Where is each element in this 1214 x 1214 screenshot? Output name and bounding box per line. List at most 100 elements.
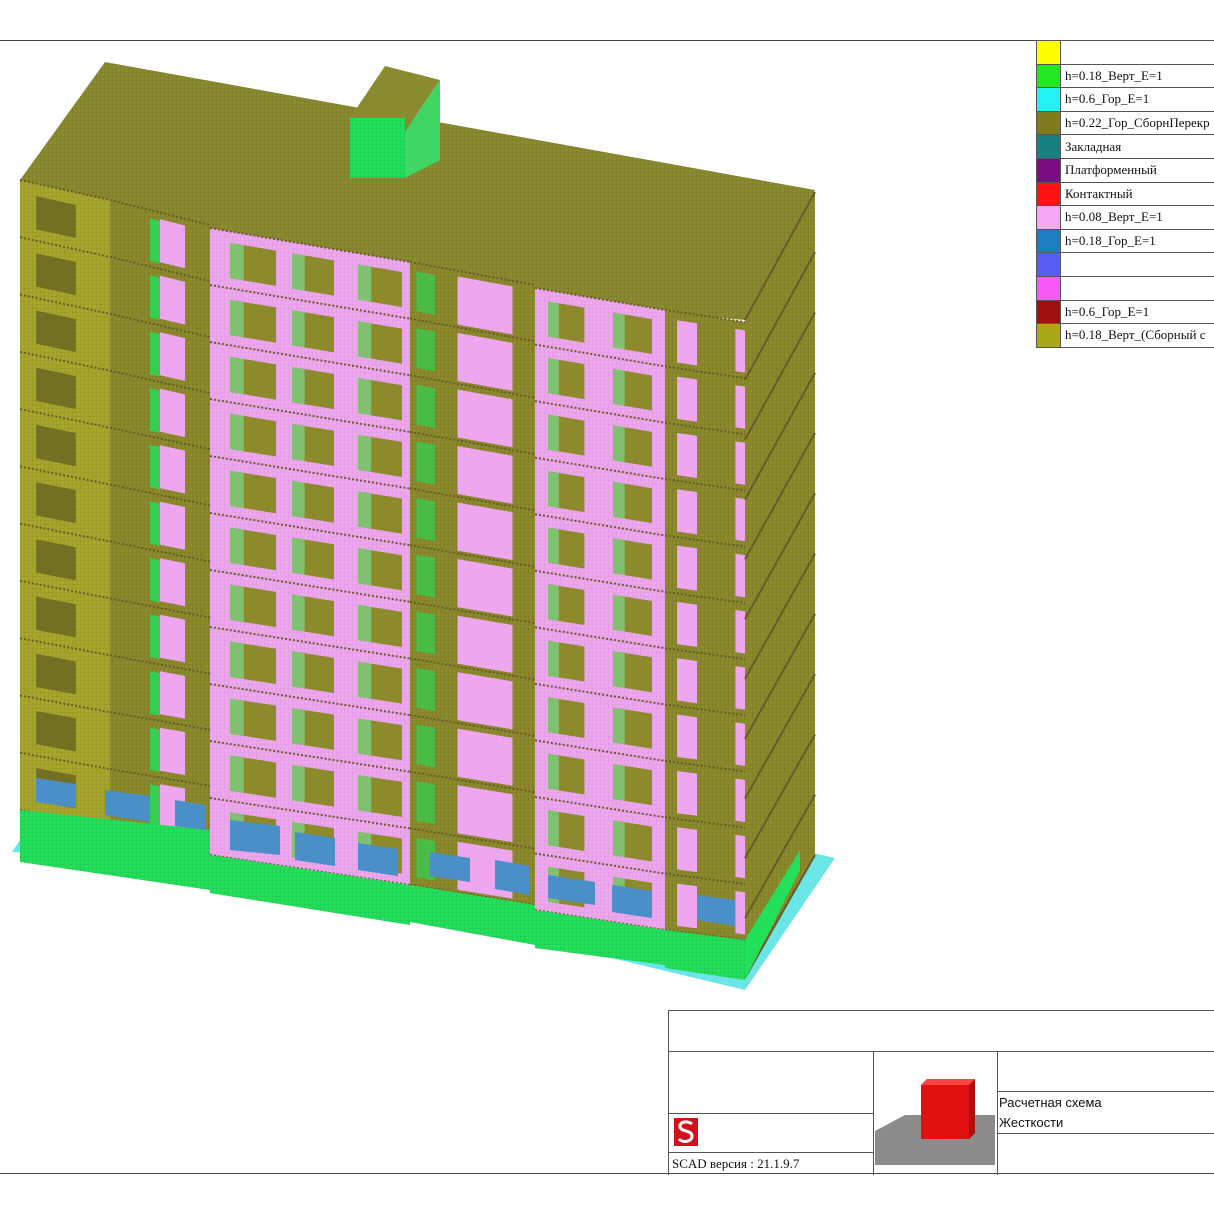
- window-reveal: [292, 367, 305, 405]
- wall-panel: [677, 827, 697, 873]
- ground-opening: [495, 860, 530, 895]
- wall-panel: [457, 785, 513, 843]
- window-reveal: [230, 413, 244, 452]
- window-reveal: [613, 538, 625, 576]
- window-reveal: [548, 640, 559, 678]
- window-reveal: [548, 527, 559, 565]
- wall-panel: [735, 328, 745, 373]
- wall-panel: [150, 218, 160, 264]
- legend-label: h=0.18_Верт_(Сборный с: [1065, 327, 1206, 343]
- window-reveal: [613, 594, 625, 632]
- legend-swatch: [1037, 182, 1061, 206]
- window-reveal: [230, 641, 244, 680]
- legend-label: h=0.18_Гор_E=1: [1065, 233, 1156, 249]
- legend-label: h=0.08_Верт_E=1: [1065, 209, 1163, 225]
- window-reveal: [358, 718, 372, 756]
- wall-panel: [160, 501, 185, 550]
- window-reveal: [613, 820, 625, 858]
- legend-swatch: [1037, 324, 1061, 347]
- legend-row: h=0.18_Верт_(Сборный с: [1037, 324, 1214, 348]
- legend-table: h=0.18_Верт_E=1 h=0.6_Гор_E=1 h=0.22_Гор_С…: [1036, 40, 1214, 348]
- window-reveal: [230, 755, 244, 793]
- wall-panel: [457, 445, 513, 504]
- window-reveal: [548, 414, 559, 452]
- legend-row: h=0.6_Гор_E=1: [1037, 88, 1214, 112]
- legend-label: h=0.22_Гор_СборнПерекр: [1065, 115, 1210, 131]
- wall-panel: [677, 320, 697, 366]
- wall-panel: [457, 728, 513, 786]
- legend-row: h=0.6_Гор_E=1: [1037, 300, 1214, 325]
- window-reveal: [548, 471, 559, 508]
- window-reveal: [292, 651, 305, 689]
- window-reveal: [230, 698, 244, 736]
- window-reveal: [548, 584, 559, 621]
- wall-panel: [416, 781, 435, 824]
- legend-row: Платформенный: [1037, 158, 1214, 183]
- window-reveal: [613, 312, 625, 350]
- scad-version-label: SCAD версия : 21.1.9.7: [672, 1156, 800, 1171]
- window-reveal: [292, 594, 305, 632]
- wall-panel: [150, 444, 160, 490]
- legend-swatch: [1037, 229, 1061, 253]
- stamp-scheme-label: Расчетная схема: [999, 1095, 1102, 1110]
- window-reveal: [613, 481, 625, 519]
- window-reveal: [292, 537, 305, 575]
- window-reveal: [292, 764, 305, 803]
- wall-panel: [150, 614, 160, 659]
- wall-panel: [677, 545, 697, 591]
- window-reveal: [613, 707, 625, 745]
- wall-panel: [457, 276, 513, 335]
- wall-panel: [416, 441, 435, 485]
- wall-panel: [735, 778, 745, 823]
- wall-panel: [160, 558, 185, 607]
- legend-row: [1037, 253, 1214, 277]
- pink-block-1-windows: [230, 242, 402, 874]
- window-reveal: [358, 548, 372, 586]
- legend-row: Закладная: [1037, 135, 1214, 159]
- wall-panel: [677, 489, 697, 535]
- window-reveal: [548, 358, 559, 395]
- window-reveal: [358, 264, 372, 302]
- window-reveal: [613, 763, 625, 801]
- legend-swatch: [1037, 158, 1061, 182]
- wall-panel: [735, 610, 745, 654]
- wall-panel: [160, 332, 185, 381]
- window-reveal: [230, 584, 244, 623]
- legend-swatch: [1037, 300, 1061, 324]
- window-reveal: [358, 775, 372, 813]
- wall-panel: [150, 727, 160, 772]
- legend-swatch: [1037, 253, 1061, 276]
- wall-panel: [735, 497, 745, 542]
- legend-swatch: [1037, 111, 1061, 135]
- window-reveal: [358, 321, 372, 359]
- legend-label: h=0.6_Гор_E=1: [1065, 303, 1150, 319]
- wall-panel: [677, 714, 697, 760]
- legend-label: Закладная: [1065, 138, 1122, 154]
- wall-panel: [416, 554, 435, 598]
- window-reveal: [230, 470, 244, 509]
- legend-swatch: [1037, 88, 1061, 111]
- window-reveal: [292, 253, 305, 291]
- wall-panel: [457, 502, 513, 561]
- wall-panel: [150, 784, 160, 829]
- window-reveal: [358, 491, 372, 529]
- wall-panel: [160, 388, 185, 438]
- wall-panel: [150, 671, 160, 716]
- building-preview-icon: [875, 1079, 995, 1165]
- wall-panel: [416, 611, 435, 655]
- wall-panel: [416, 724, 435, 768]
- wall-panel: [735, 666, 745, 710]
- legend-label: Платформенный: [1065, 162, 1157, 178]
- wall-panel: [416, 328, 435, 372]
- window-reveal: [613, 651, 625, 688]
- ground-opening: [175, 800, 205, 830]
- legend-swatch: [1037, 41, 1061, 64]
- wall-panel: [457, 332, 513, 391]
- window-reveal: [230, 356, 244, 395]
- wall-panel: [160, 727, 185, 775]
- legend-row: h=0.22_Гор_СборнПерекр: [1037, 111, 1214, 136]
- wall-panel: [160, 445, 185, 494]
- wall-panel: [150, 275, 160, 320]
- wall-panel: [735, 385, 745, 429]
- wall-panel: [677, 376, 697, 422]
